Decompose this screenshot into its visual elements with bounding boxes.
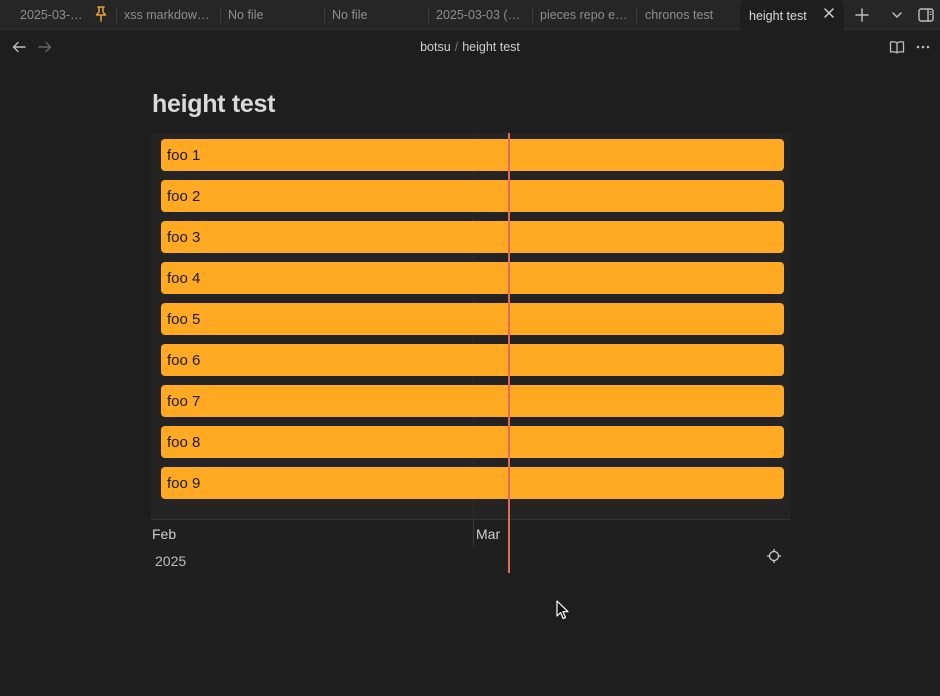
- tab-label: xss markdown…: [124, 7, 216, 22]
- time-axis: Feb Mar 2025: [151, 519, 791, 573]
- timeline-item[interactable]: foo 3: [161, 221, 784, 253]
- tab-bar: 2025-03-… xss markdown… No file No file …: [0, 0, 940, 31]
- breadcrumb-folder[interactable]: botsu: [420, 40, 451, 54]
- more-options-icon[interactable]: [914, 38, 932, 56]
- view-header: botsu / height test: [0, 30, 940, 64]
- timeline-item[interactable]: foo 9: [161, 467, 784, 499]
- tab-label: 2025-03-03 (…: [436, 7, 521, 22]
- tab-label: No file: [228, 7, 264, 22]
- tab-6[interactable]: pieces repo e…: [533, 0, 635, 29]
- axis-label-mar: Mar: [476, 526, 501, 542]
- breadcrumb: botsu / height test: [0, 40, 940, 54]
- sidebar-toggle-icon[interactable]: [916, 5, 936, 25]
- timeline-item[interactable]: foo 1: [161, 139, 784, 171]
- timeline-item-label: foo 5: [167, 310, 201, 328]
- tab-1[interactable]: 2025-03-…: [8, 0, 112, 29]
- breadcrumb-file[interactable]: height test: [462, 40, 520, 54]
- timeline-item-label: foo 9: [167, 474, 201, 492]
- current-time-marker: [508, 133, 510, 573]
- axis-label-feb: Feb: [152, 526, 177, 542]
- tab-label: No file: [332, 7, 368, 22]
- breadcrumb-separator: /: [454, 40, 459, 54]
- axis-tick: [473, 520, 474, 546]
- timeline-item[interactable]: foo 7: [161, 385, 784, 417]
- timeline-item[interactable]: foo 8: [161, 426, 784, 458]
- timeline-item-label: foo 7: [167, 392, 201, 410]
- timeline-item[interactable]: foo 5: [161, 303, 784, 335]
- timeline-item[interactable]: foo 6: [161, 344, 784, 376]
- tab-label: 2025-03-…: [20, 7, 83, 22]
- target-icon[interactable]: [766, 548, 782, 564]
- tab-7[interactable]: chronos test: [637, 0, 739, 29]
- timeline-item-label: foo 2: [167, 187, 201, 205]
- timeline-item-label: foo 6: [167, 351, 201, 369]
- timeline-view[interactable]: foo 1 foo 2 foo 3 foo 4 foo 5 foo 6 foo …: [151, 133, 791, 573]
- tab-4[interactable]: No file: [325, 0, 427, 29]
- timeline-item-label: foo 1: [167, 146, 201, 164]
- timeline-item-label: foo 8: [167, 433, 201, 451]
- chevron-down-icon[interactable]: [887, 5, 907, 25]
- tab-3[interactable]: No file: [221, 0, 323, 29]
- tab-2[interactable]: xss markdown…: [117, 0, 220, 29]
- mouse-cursor-icon: [556, 600, 570, 620]
- timeline-item[interactable]: foo 4: [161, 262, 784, 294]
- timeline-item-label: foo 3: [167, 228, 201, 246]
- pin-icon[interactable]: [94, 6, 108, 25]
- timeline-item-label: foo 4: [167, 269, 201, 287]
- book-open-icon[interactable]: [888, 38, 906, 56]
- plus-icon[interactable]: [852, 5, 872, 25]
- note-title[interactable]: height test: [152, 90, 275, 119]
- axis-year: 2025: [155, 553, 187, 569]
- tab-label: chronos test: [645, 7, 714, 22]
- close-icon[interactable]: [823, 7, 835, 23]
- tab-label: pieces repo e…: [540, 7, 628, 22]
- timeline-item[interactable]: foo 2: [161, 180, 784, 212]
- tab-5[interactable]: 2025-03-03 (…: [429, 0, 531, 29]
- tab-label: height test: [749, 8, 807, 23]
- tab-8-active[interactable]: height test: [740, 0, 844, 31]
